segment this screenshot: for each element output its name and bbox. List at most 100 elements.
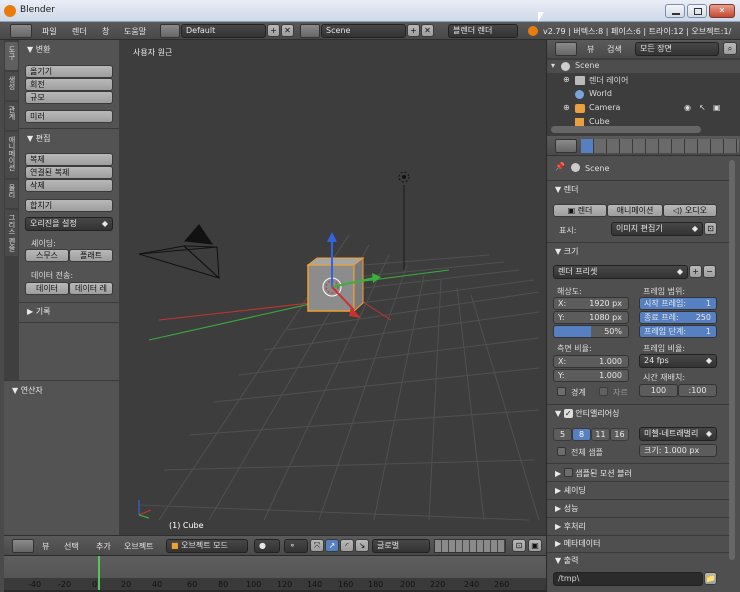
render-engine-select[interactable]: 블렌더 렌더 (448, 24, 518, 38)
menu-window[interactable]: 창 (102, 26, 109, 37)
orientation-select[interactable]: 글로벌 (372, 539, 430, 553)
layout-add-button[interactable]: + (267, 24, 280, 37)
layer-buttons[interactable] (434, 539, 506, 553)
lock-layer-button[interactable]: ⊡ (512, 539, 526, 552)
outliner-scrollbar[interactable] (551, 126, 701, 133)
visibility-eye-icon[interactable]: ◉ (684, 103, 691, 112)
outliner-row-cube[interactable]: Cube (547, 116, 740, 126)
properties-scrollbar[interactable] (729, 160, 735, 560)
scale-button[interactable]: 규모 (25, 91, 113, 104)
motion-blur-panel-header[interactable]: ▶ 샘플된 모션 블러 (555, 467, 632, 479)
render-camera-icon[interactable]: ▣ (713, 103, 721, 112)
resolution-percent-field[interactable]: 50% (553, 325, 629, 338)
antialiasing-panel-header[interactable]: ▼ ✓ 안티앨리어싱 (555, 408, 619, 419)
remap-new-field[interactable]: :100 (678, 384, 717, 397)
preset-add-button[interactable]: + (689, 265, 702, 278)
preset-remove-button[interactable]: − (703, 265, 716, 278)
render-preview-button[interactable]: ▣ (528, 539, 542, 552)
operator-header[interactable]: ▼ 연산자 (12, 385, 43, 396)
outliner-menu-view[interactable]: 뷰 (587, 44, 594, 55)
dimensions-panel-header[interactable]: ▼ 크기 (555, 246, 578, 257)
mirror-button[interactable]: 미러 (25, 110, 113, 123)
fps-select[interactable]: 24 fps ◆ (639, 354, 717, 368)
output-panel-header[interactable]: ▼ 출력 (555, 555, 578, 566)
properties-editor-icon[interactable] (555, 139, 577, 153)
render-image-button[interactable]: ▣ 렌더 (553, 204, 607, 217)
aa-samples-8[interactable]: 8 (572, 428, 591, 441)
close-button[interactable]: ✕ (709, 4, 735, 18)
menu-file[interactable]: 파일 (42, 26, 57, 37)
border-checkbox[interactable] (557, 387, 566, 396)
render-preset-select[interactable]: 렌더 프리셋 ◆ (553, 265, 688, 279)
aa-samples-5[interactable]: 5 (553, 428, 572, 441)
tab-relations[interactable]: 관계 (5, 102, 18, 130)
flat-button[interactable]: 플래트 (69, 249, 113, 262)
outliner-row-renderlayer[interactable]: ⊕ 렌더 레이어 (547, 74, 740, 87)
aa-filter-select[interactable]: 미첼-네트래벌리 ◆ (639, 427, 717, 441)
outliner-row-world[interactable]: World (547, 88, 740, 101)
minimize-button[interactable] (665, 4, 685, 18)
translate-manip-button[interactable]: ↗ (325, 539, 339, 552)
scene-add-button[interactable]: + (407, 24, 420, 37)
outliner-search-button[interactable]: ⌕ (723, 42, 737, 55)
outliner-filter-select[interactable]: 모든 장면 (635, 42, 719, 56)
select-arrow-icon[interactable]: ↖ (699, 103, 706, 112)
pin-icon[interactable]: 📌 (555, 162, 565, 171)
render-animation-button[interactable]: 애니메이션 (607, 204, 663, 217)
delete-button[interactable]: 삭제 (25, 179, 113, 192)
frame-step-field[interactable]: 프레임 단계: 1 (639, 325, 717, 338)
mode-select[interactable]: ■ 오브젝트 모드 (166, 539, 248, 553)
outliner-menu-search[interactable]: 검색 (607, 44, 622, 55)
data-layout-button[interactable]: 데이터 레 (69, 282, 113, 295)
metadata-panel-header[interactable]: ▶ 메타데이터 (555, 538, 601, 549)
tab-create[interactable]: 생성 (5, 72, 18, 100)
output-path-field[interactable]: /tmp\ (553, 572, 703, 586)
render-panel-header[interactable]: ▼ 렌더 (555, 184, 578, 195)
scene-icon[interactable] (300, 24, 320, 38)
render-context-tab[interactable] (581, 139, 593, 153)
data-transfer-button[interactable]: 데이터 (25, 282, 69, 295)
filter-size-field[interactable]: 크기: 1.000 px (639, 444, 717, 457)
scale-manip-button[interactable]: ↘ (355, 539, 369, 552)
tab-animation[interactable]: 애니메이션 (5, 132, 18, 178)
properties-context-tabs[interactable] (581, 139, 739, 153)
duplicate-linked-button[interactable]: 연결된 복제 (25, 166, 113, 179)
pivot-select[interactable]: ⚬ (284, 539, 308, 553)
display-select[interactable]: 이미지 편집기 ◆ (611, 222, 703, 236)
timeline[interactable]: -40 -20 0 20 40 60 80 100 120 140 160 18… (4, 555, 546, 592)
history-header[interactable]: ▶ 기록 (27, 306, 50, 317)
menu-select[interactable]: 선택 (64, 541, 79, 552)
edit-header[interactable]: ▼ 편집 (27, 133, 50, 144)
menu-render[interactable]: 렌더 (72, 26, 87, 37)
outliner-row-scene[interactable]: ▾ Scene (547, 60, 740, 73)
set-origin-select[interactable]: 오리진을 설정 ◆ (25, 217, 113, 231)
layout-remove-button[interactable]: ✕ (281, 24, 294, 37)
start-frame-field[interactable]: 시작 프레임: 1 (639, 297, 717, 310)
shading-select[interactable]: ● (254, 539, 280, 553)
aspect-x-field[interactable]: X: 1.000 (553, 355, 629, 368)
remap-old-field[interactable]: 100 (639, 384, 678, 397)
maximize-button[interactable] (687, 4, 707, 18)
output-folder-button[interactable]: 📁 (704, 572, 717, 585)
rotate-button[interactable]: 회전 (25, 78, 113, 91)
end-frame-field[interactable]: 종료 프레: 250 (639, 311, 717, 324)
resolution-y-field[interactable]: Y: 1080 px (553, 311, 629, 324)
resolution-x-field[interactable]: X: 1920 px (553, 297, 629, 310)
aa-samples-11[interactable]: 11 (591, 428, 610, 441)
transform-header[interactable]: ▼ 변환 (27, 44, 50, 55)
join-button[interactable]: 합치기 (25, 199, 113, 212)
scene-select[interactable]: Scene (321, 24, 406, 38)
menu-object[interactable]: 오브젝트 (124, 541, 153, 552)
3d-viewport[interactable]: 사용자 원근 (1) Cube (119, 40, 546, 535)
scene-remove-button[interactable]: ✕ (421, 24, 434, 37)
crop-checkbox[interactable] (599, 387, 608, 396)
menu-help[interactable]: 도움말 (124, 26, 146, 37)
aa-samples-16[interactable]: 16 (610, 428, 629, 441)
menu-add[interactable]: 추가 (96, 541, 111, 552)
editor-type-icon[interactable] (12, 539, 34, 553)
full-sample-checkbox[interactable] (557, 447, 566, 456)
layout-icon[interactable] (160, 24, 180, 38)
menu-view[interactable]: 뷰 (42, 541, 49, 552)
performance-panel-header[interactable]: ▶ 성능 (555, 503, 578, 514)
info-editor-icon[interactable] (10, 24, 32, 38)
